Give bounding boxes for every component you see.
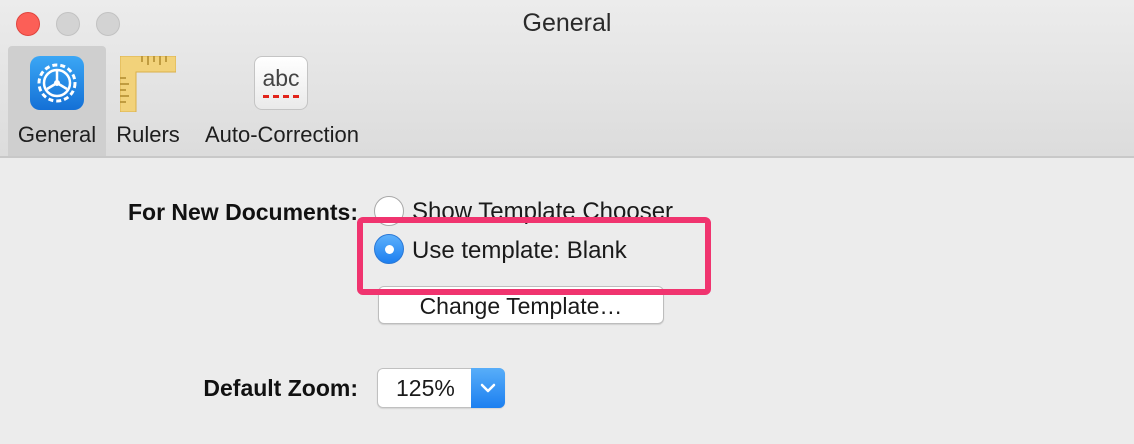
radio-selected-dot [385,245,394,254]
ruler-icon [119,55,177,113]
use-template-label[interactable]: Use template: Blank [412,237,627,265]
use-template-radio[interactable] [374,234,404,264]
spellcheck-underline [263,95,299,98]
show-template-chooser-radio[interactable] [374,196,404,226]
gear-icon [30,56,84,110]
zoom-value: 125% [396,375,455,401]
default-zoom-label: Default Zoom: [203,375,358,401]
zoom-select[interactable]: 125% [377,368,505,408]
abc-icon-text: abc [262,65,300,91]
tab-auto-correction[interactable]: abc Auto-Correction [194,46,370,156]
preferences-window: General General Rulers abc Auto-Correcti… [0,0,1134,444]
tab-rulers[interactable]: Rulers [108,46,188,156]
chevron-down-icon[interactable] [471,368,505,408]
tab-general[interactable]: General [8,46,106,156]
title-bar: General General Rulers abc Auto-Correcti… [0,0,1134,158]
new-documents-label: For New Documents: [127,199,358,225]
tab-label-general: General [17,122,97,147]
show-template-chooser-label[interactable]: Show Template Chooser [412,198,673,226]
tab-label-auto-correction: Auto-Correction [204,122,360,147]
tab-label-rulers: Rulers [116,122,180,147]
abc-spellcheck-icon: abc [254,56,308,110]
window-title: General [522,9,612,37]
change-template-button[interactable]: Change Template… [378,286,664,324]
